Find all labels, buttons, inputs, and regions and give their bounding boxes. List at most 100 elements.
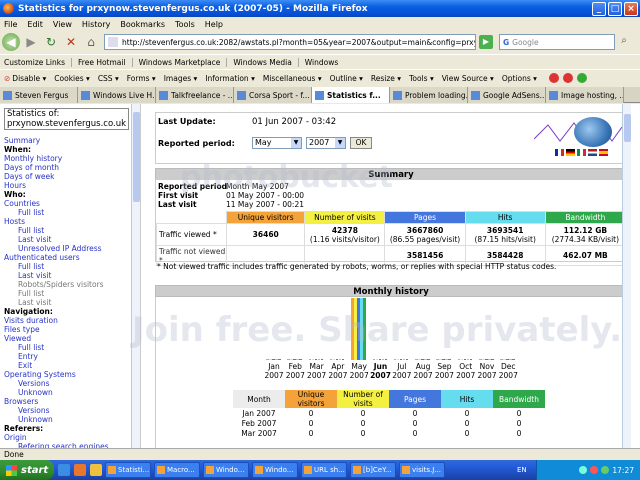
tab-steven-fergus[interactable]: Steven Fergus	[0, 87, 78, 103]
ok-button[interactable]: OK	[350, 137, 372, 149]
security-icon[interactable]	[590, 466, 599, 474]
tab-talkfreelance[interactable]: Talkfreelance - ...	[156, 87, 234, 103]
task-windows-1[interactable]: Windo...	[203, 462, 249, 478]
main-scroll-thumb[interactable]	[624, 114, 631, 142]
menu-bookmarks[interactable]: Bookmarks	[120, 20, 165, 29]
back-arrow-icon[interactable]: ◀	[2, 33, 20, 51]
sidebar-link[interactable]: Hours	[4, 181, 140, 190]
month-select[interactable]: May ▼	[252, 137, 302, 149]
quicklaunch-media-icon[interactable]	[90, 464, 102, 476]
task-windows-2[interactable]: Windo...	[252, 462, 298, 478]
clock[interactable]: 17:27	[612, 466, 634, 475]
sidebar-link[interactable]: Unknown	[4, 415, 140, 424]
flag-es-icon[interactable]	[599, 149, 608, 156]
dev-resize[interactable]: Resize ▾	[371, 74, 401, 83]
close-button[interactable]: ×	[624, 1, 638, 16]
link-windows-media[interactable]: Windows Media	[233, 57, 299, 67]
dev-images[interactable]: Images ▾	[164, 74, 198, 83]
flag-de-icon[interactable]	[566, 149, 575, 156]
start-button[interactable]: start	[0, 460, 54, 480]
tab-problem-loading[interactable]: Problem loading...	[390, 87, 468, 103]
dev-css[interactable]: CSS ▾	[98, 74, 119, 83]
sidebar-link[interactable]: Countries	[4, 199, 140, 208]
menu-file[interactable]: File	[4, 20, 17, 29]
reload-icon[interactable]: ↻	[42, 33, 60, 51]
dev-disable[interactable]: ⊘ Disable ▾	[4, 74, 46, 83]
sidebar-link[interactable]: Versions	[4, 379, 140, 388]
dev-view-source[interactable]: View Source ▾	[442, 74, 494, 83]
maximize-button[interactable]: □	[608, 1, 622, 16]
sidebar-link[interactable]: Operating Systems	[4, 370, 140, 379]
task-macro[interactable]: Macro...	[154, 462, 200, 478]
dev-options[interactable]: Options ▾	[502, 74, 537, 83]
go-button[interactable]: ▶	[479, 35, 493, 49]
task-url-shortener[interactable]: URL sh...	[301, 462, 347, 478]
menu-edit[interactable]: Edit	[27, 20, 43, 29]
search-input[interactable]: G Google	[499, 34, 615, 50]
year-select[interactable]: 2007 ▼	[306, 137, 346, 149]
menu-view[interactable]: View	[53, 20, 72, 29]
sidebar-link[interactable]: Full list	[4, 226, 140, 235]
task-statistics[interactable]: Statisti...	[105, 462, 151, 478]
flag-it-icon[interactable]	[577, 149, 586, 156]
search-icon[interactable]: ⌕	[617, 35, 631, 49]
messenger-icon[interactable]	[601, 466, 610, 474]
link-customize-links[interactable]: Customize Links	[4, 57, 73, 67]
link-windows-marketplace[interactable]: Windows Marketplace	[139, 57, 228, 67]
quicklaunch-firefox-icon[interactable]	[74, 464, 86, 476]
sidebar-link[interactable]: Exit	[4, 361, 140, 370]
menu-tools[interactable]: Tools	[175, 20, 195, 29]
sidebar-link[interactable]: Files type	[4, 325, 140, 334]
language-indicator[interactable]: EN	[517, 466, 527, 474]
network-icon[interactable]	[579, 466, 588, 474]
minimize-button[interactable]: _	[592, 1, 606, 16]
task-bcey[interactable]: [b]CeY...	[350, 462, 396, 478]
sidebar-link[interactable]: Full list	[4, 262, 140, 271]
sidebar-link[interactable]: Visits duration	[4, 316, 140, 325]
sidebar-link[interactable]: Monthly history	[4, 154, 140, 163]
sidebar-link[interactable]: Summary	[4, 136, 140, 145]
tab-google-adsense[interactable]: Google AdSens...	[468, 87, 546, 103]
dev-outline[interactable]: Outline ▾	[330, 74, 363, 83]
menu-help[interactable]: Help	[205, 20, 223, 29]
sidebar-link[interactable]: Days of week	[4, 172, 140, 181]
main-scrollbar[interactable]	[622, 104, 631, 448]
error-status-icon[interactable]	[548, 73, 559, 83]
sidebar-link[interactable]: Full list	[4, 343, 140, 352]
stop-icon[interactable]: ✕	[62, 33, 80, 51]
tab-windows-live[interactable]: Windows Live H...	[78, 87, 156, 103]
forward-arrow-icon[interactable]: ▶	[22, 33, 40, 51]
dev-miscellaneous[interactable]: Miscellaneous ▾	[263, 74, 322, 83]
sidebar-scroll-thumb[interactable]	[133, 112, 140, 202]
tab-image-hosting[interactable]: Image hosting, ...	[546, 87, 624, 103]
sidebar-link[interactable]: Full list	[4, 208, 140, 217]
dev-cookies[interactable]: Cookies ▾	[54, 74, 90, 83]
warning-status-icon[interactable]	[562, 73, 573, 83]
flag-fr-icon[interactable]	[555, 149, 564, 156]
sidebar-link[interactable]: Last visit	[4, 235, 140, 244]
tab-statistics[interactable]: Statistics f...	[312, 87, 390, 103]
sidebar-link[interactable]: Days of month	[4, 163, 140, 172]
window-titlebar[interactable]: Statistics for prxynow.stevenfergus.co.u…	[0, 0, 640, 17]
url-input[interactable]: http://stevenfergus.co.uk:2082/awstats.p…	[104, 34, 476, 50]
sidebar-link[interactable]: Hosts	[4, 217, 140, 226]
task-visits[interactable]: visits.J...	[399, 462, 445, 478]
sidebar-link[interactable]: Last visit	[4, 271, 140, 280]
ok-status-icon[interactable]	[576, 73, 587, 83]
sidebar-link[interactable]: Unknown	[4, 388, 140, 397]
quicklaunch-ie-icon[interactable]	[58, 464, 70, 476]
tab-corsa-sport[interactable]: Corsa Sport - f...	[234, 87, 312, 103]
dev-information[interactable]: Information ▾	[205, 74, 255, 83]
dev-forms[interactable]: Forms ▾	[127, 74, 156, 83]
link-free-hotmail[interactable]: Free Hotmail	[78, 57, 133, 67]
flag-nl-icon[interactable]	[588, 149, 597, 156]
sidebar-link[interactable]: Browsers	[4, 397, 140, 406]
sidebar-link[interactable]: Origin	[4, 433, 140, 442]
sidebar-link[interactable]: Entry	[4, 352, 140, 361]
menu-history[interactable]: History	[82, 20, 110, 29]
sidebar-link[interactable]: Viewed	[4, 334, 140, 343]
link-windows[interactable]: Windows	[305, 58, 344, 67]
sidebar-link[interactable]: Unresolved IP Address	[4, 244, 140, 253]
sidebar-link[interactable]: Authenticated users	[4, 253, 140, 262]
dev-tools[interactable]: Tools ▾	[409, 74, 434, 83]
